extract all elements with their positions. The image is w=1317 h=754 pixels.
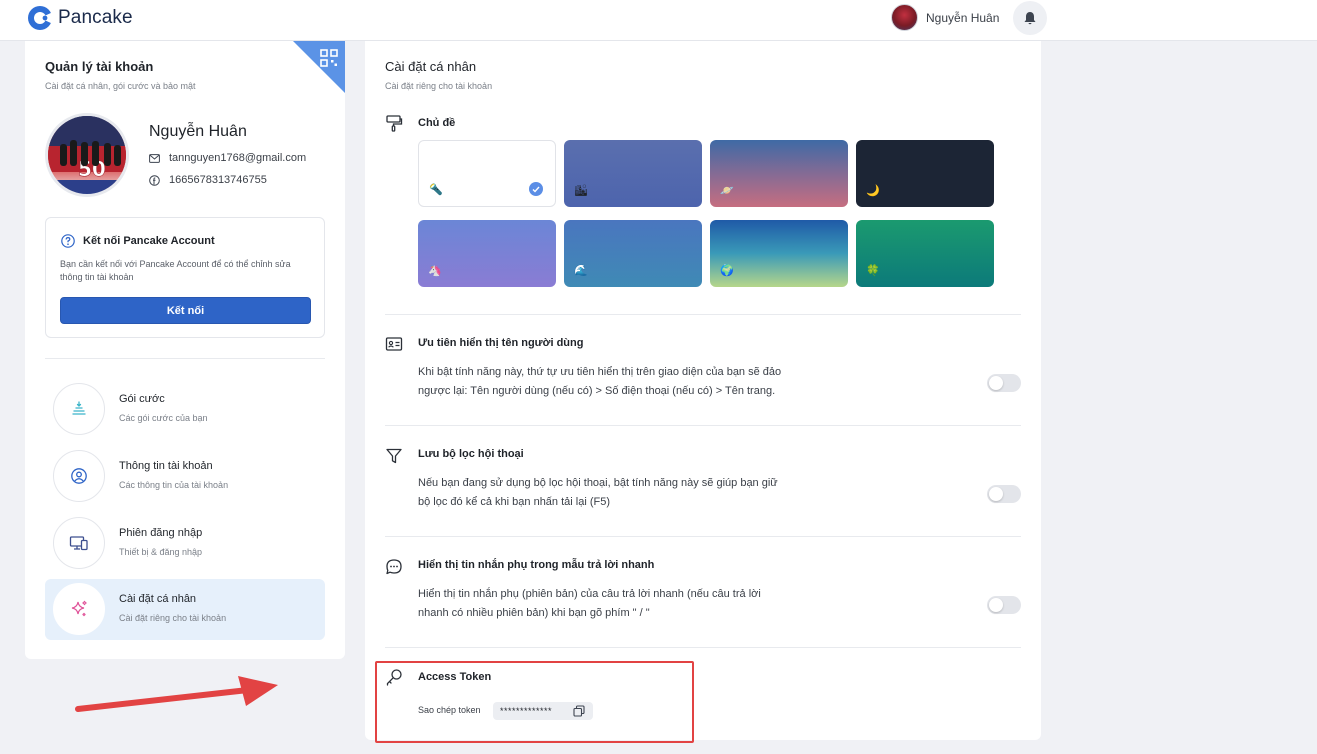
menu-desc: Các gói cước của bạn: [119, 413, 208, 423]
sub-message-title: Hiển thị tin nhắn phụ trong mẫu trả lời …: [418, 559, 655, 571]
menu-icon-wrap: [53, 383, 105, 435]
username-priority-desc-1: Khi bật tính năng này, thứ tự ưu tiên hi…: [418, 366, 782, 378]
filter-icon: [386, 448, 402, 464]
profile-email-row: tannguyen1768@gmail.com: [149, 152, 306, 164]
menu-icon-wrap: [53, 583, 105, 635]
devices-icon: [69, 536, 88, 551]
theme-tile-planet[interactable]: 🪐: [710, 140, 848, 207]
save-filter-desc-2: bộ lọc đó kể cả khi bạn nhấn tải lại (F5…: [418, 496, 611, 508]
check-icon: [529, 182, 543, 196]
sparkles-icon: [71, 600, 87, 617]
theme-tile-clover[interactable]: 🍀: [856, 220, 994, 287]
divider: [385, 314, 1021, 315]
sub-message-desc-2: nhanh có nhiều phiên bản) khi bạn gõ phí…: [418, 607, 650, 619]
account-management-panel: Quản lý tài khoản Cài đặt cá nhân, gói c…: [25, 41, 345, 659]
theme-tile-unicorn[interactable]: 🦄: [418, 220, 556, 287]
chat-bubble-icon: [386, 559, 402, 575]
menu-icon-wrap: [53, 450, 105, 502]
team-photo-image: 50: [48, 116, 126, 194]
theme-tile-light[interactable]: 🔦: [418, 140, 556, 207]
menu-desc: Thiết bị & đăng nhập: [119, 547, 203, 557]
panel-subtitle: Cài đặt cá nhân, gói cước và bảo mật: [45, 81, 196, 91]
moon-icon: 🌙: [866, 185, 880, 197]
menu-label: Thông tin tài khoản: [119, 460, 213, 472]
city-icon: 🏙: [574, 185, 588, 197]
divider: [385, 425, 1021, 426]
unicorn-icon: 🦄: [428, 265, 442, 277]
username-priority-desc-2: ngược lại: Tên người dùng (nếu có) > Số …: [418, 385, 776, 397]
menu-desc: Cài đặt riêng cho tài khoản: [119, 613, 227, 623]
connect-description: Bạn cần kết nối với Pancake Account để c…: [60, 259, 291, 282]
menu-item-personal-settings[interactable]: Cài đặt cá nhân Cài đặt riêng cho tài kh…: [45, 579, 325, 640]
notification-button[interactable]: [1013, 1, 1047, 35]
qr-code-icon[interactable]: [293, 41, 345, 93]
highlight-box: [375, 661, 694, 743]
wave-icon: 🌊: [574, 265, 588, 277]
red-arrow-annotation: [75, 676, 278, 712]
brand-logo[interactable]: Pancake: [27, 5, 133, 31]
save-filter-desc-1: Nếu bạn đang sử dụng bộ lọc hội thoại, b…: [418, 477, 778, 489]
menu-item-plans[interactable]: Gói cước Các gói cước của bạn: [45, 379, 325, 440]
menu-item-account-info[interactable]: Thông tin tài khoản Các thông tin của tà…: [45, 446, 325, 507]
facebook-icon: [149, 174, 160, 186]
menu-icon-wrap: [53, 517, 105, 569]
profile-avatar: 50: [45, 113, 129, 197]
personal-settings-panel: Cài đặt cá nhân Cài đặt riêng cho tài kh…: [365, 41, 1041, 740]
mail-icon: [149, 153, 160, 163]
paint-roller-icon: [386, 115, 403, 132]
clover-icon: 🍀: [866, 265, 880, 277]
theme-section-title: Chủ đề: [418, 117, 456, 129]
planet-icon: 🪐: [720, 185, 734, 197]
id-card-icon: [385, 337, 403, 351]
theme-tile-dark[interactable]: 🌙: [856, 140, 994, 207]
menu-label: Cài đặt cá nhân: [119, 593, 197, 605]
avatar: [891, 4, 918, 31]
menu-desc: Các thông tin của tài khoản: [119, 480, 229, 490]
divider: [45, 358, 325, 359]
brand-name: Pancake: [58, 7, 133, 28]
sub-message-toggle[interactable]: [987, 596, 1021, 614]
menu-item-sessions[interactable]: Phiên đăng nhập Thiết bị & đăng nhập: [45, 513, 325, 574]
connect-button[interactable]: Kết nối: [60, 297, 311, 324]
page-subtitle: Cài đặt riêng cho tài khoản: [385, 81, 493, 91]
user-circle-icon: [71, 468, 87, 484]
theme-tile-city[interactable]: 🏙: [564, 140, 702, 207]
username-priority-toggle[interactable]: [987, 374, 1021, 392]
save-filter-toggle[interactable]: [987, 485, 1021, 503]
divider: [385, 536, 1021, 537]
profile-id: 1665678313746755: [169, 174, 267, 186]
help-circle-icon: [61, 234, 75, 248]
panel-title: Quản lý tài khoản: [45, 59, 154, 74]
connect-header: Kết nối Pancake Account: [61, 234, 215, 248]
top-bar: Pancake Nguyễn Huân: [0, 0, 1317, 41]
menu-label: Gói cước: [119, 393, 165, 405]
theme-tile-earth[interactable]: 🌍: [710, 220, 848, 287]
profile-name: Nguyễn Huân: [149, 123, 247, 140]
username-priority-title: Ưu tiên hiển thị tên người dùng: [418, 337, 584, 349]
menu-label: Phiên đăng nhập: [119, 527, 203, 539]
divider: [385, 647, 1021, 648]
profile-id-row: 1665678313746755: [149, 174, 267, 186]
connect-pancake-account-card: Kết nối Pancake Account Bạn cần kết nối …: [45, 217, 325, 338]
user-name: Nguyễn Huân: [926, 10, 1000, 25]
pancake-logo-icon: [28, 6, 53, 30]
page-title: Cài đặt cá nhân: [385, 59, 477, 74]
user-menu[interactable]: Nguyễn Huân: [891, 4, 999, 31]
bell-icon: [1024, 11, 1036, 24]
profile-email: tannguyen1768@gmail.com: [169, 152, 307, 164]
save-filter-title: Lưu bộ lọc hội thoại: [418, 448, 524, 460]
connect-title: Kết nối Pancake Account: [83, 235, 215, 247]
theme-tile-wave[interactable]: 🌊: [564, 220, 702, 287]
flashlight-icon: 🔦: [429, 184, 443, 196]
stack-icon: [72, 401, 86, 415]
globe-icon: 🌍: [720, 265, 734, 277]
sub-message-desc-1: Hiển thị tin nhắn phụ (phiên bản) của câ…: [418, 588, 761, 600]
